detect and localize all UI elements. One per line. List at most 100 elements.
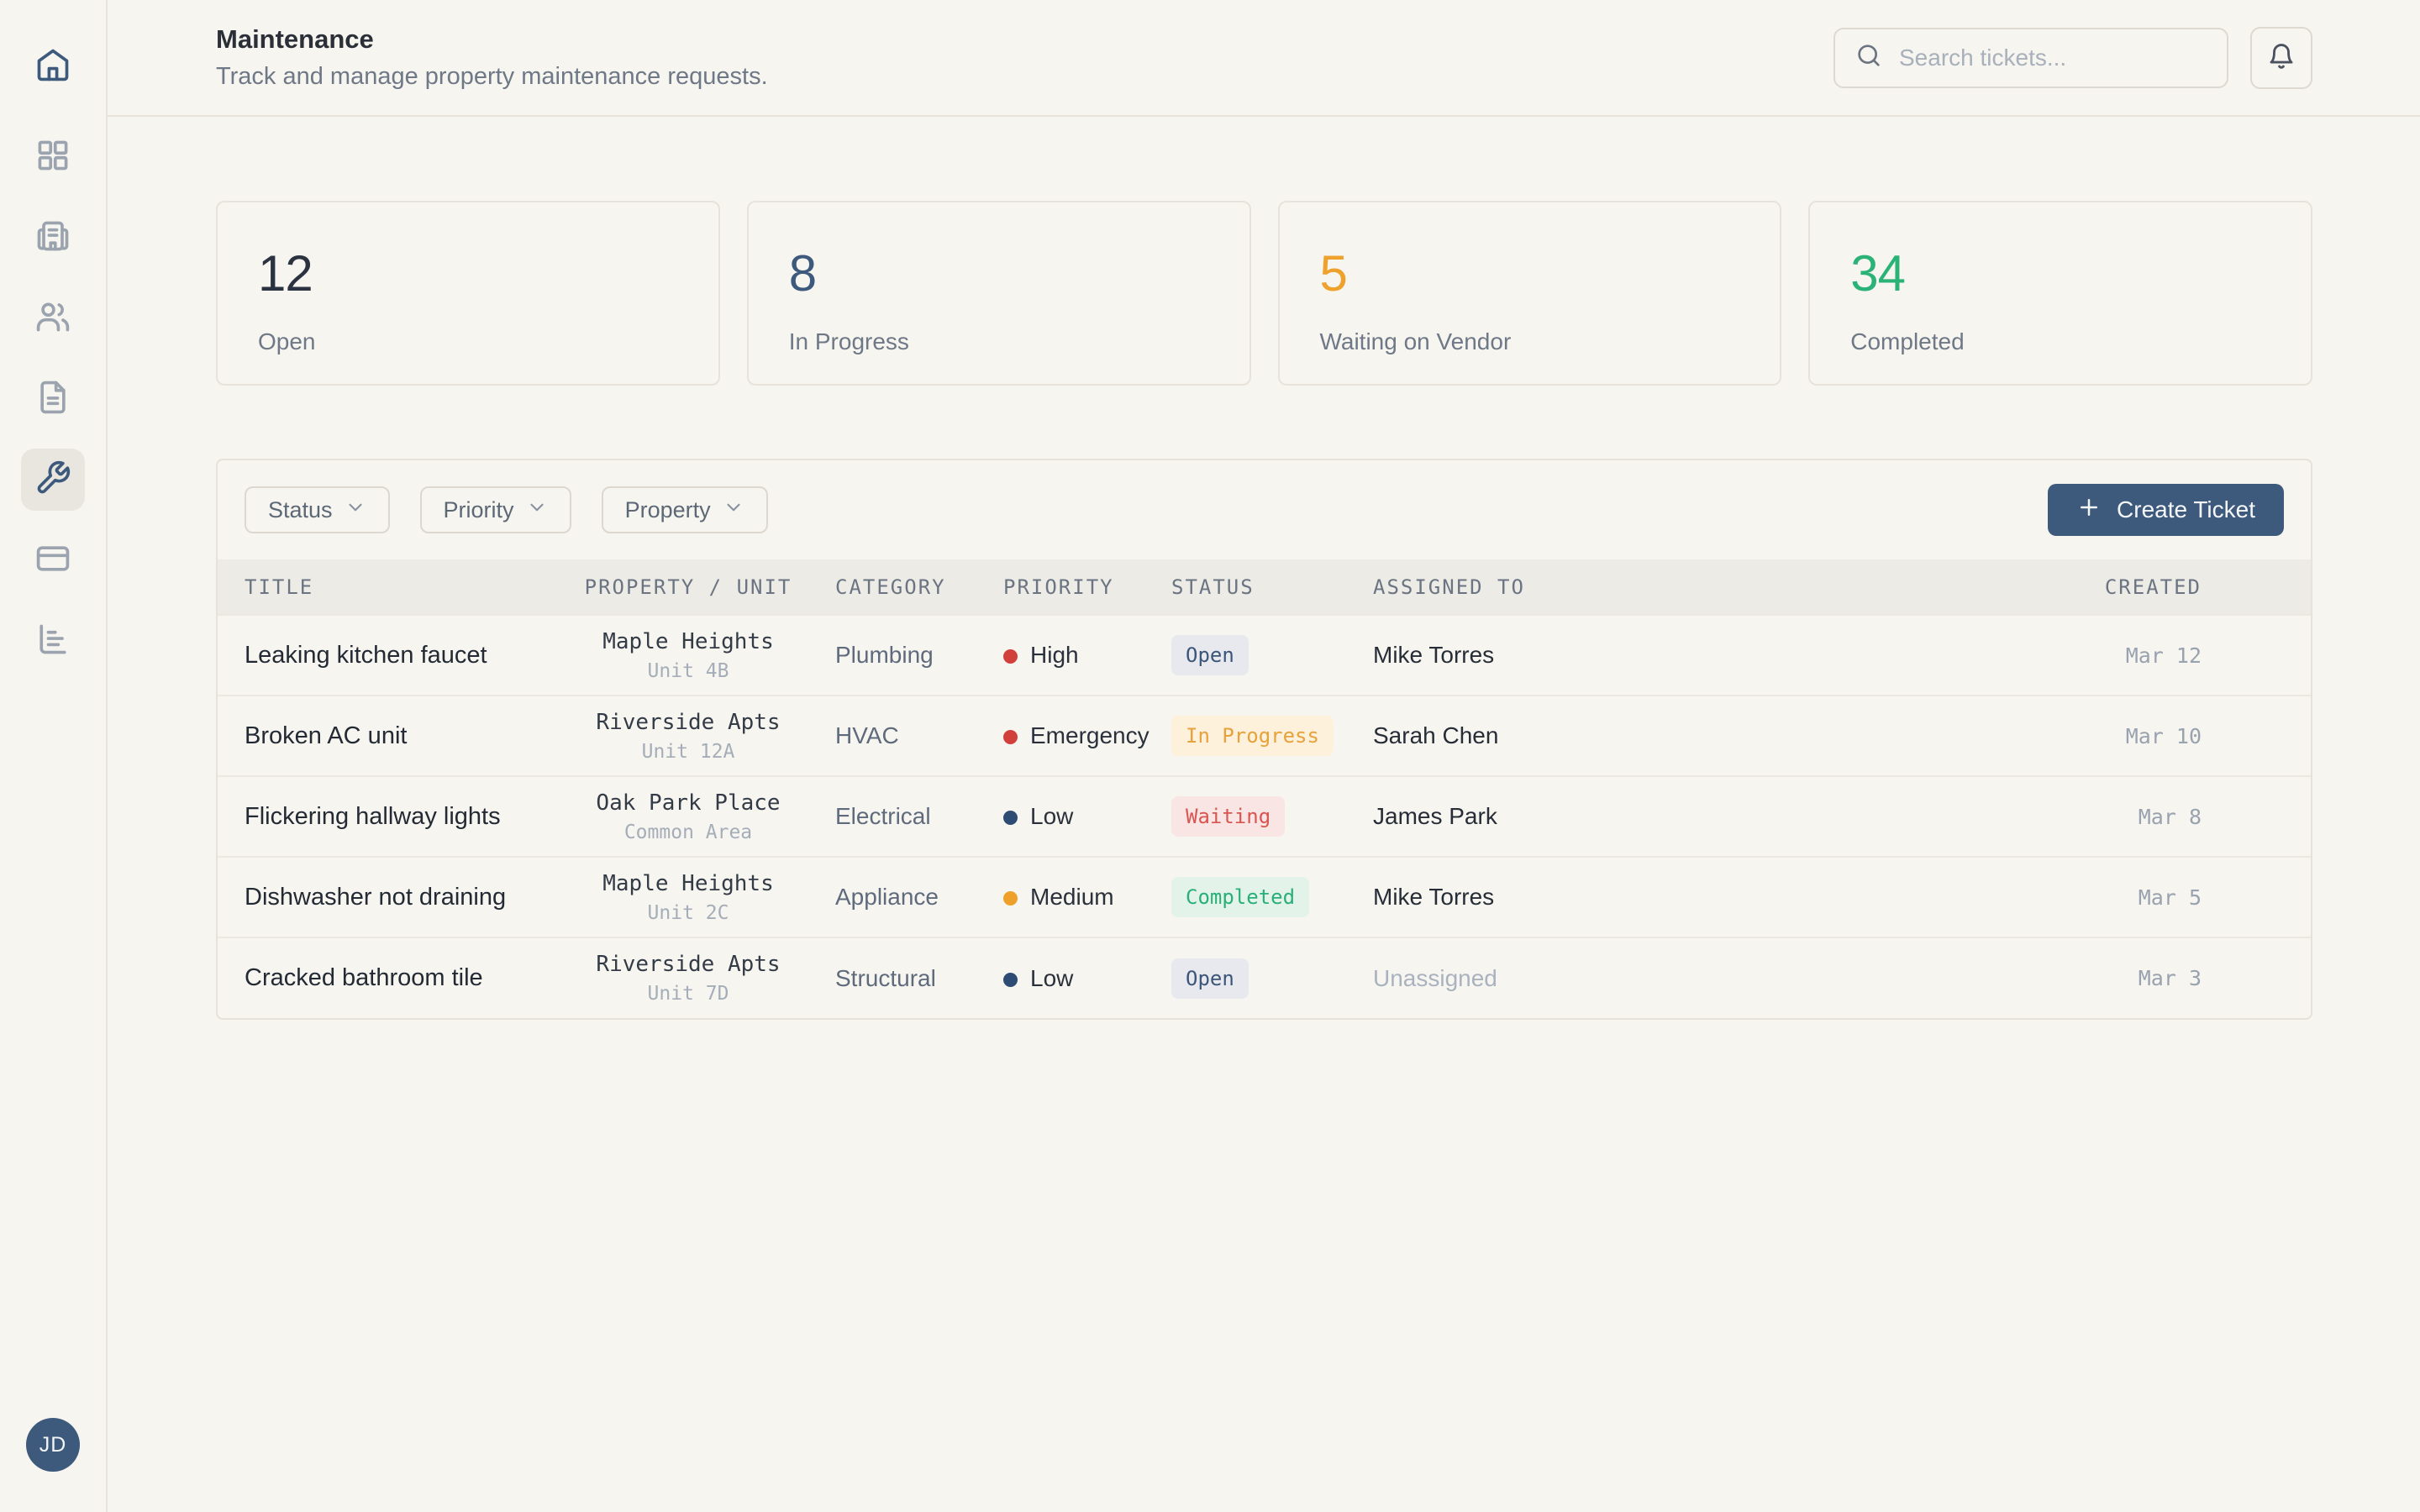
column-header: CATEGORY (835, 559, 1003, 615)
sidebar-item-properties[interactable] (21, 207, 85, 269)
ticket-title: Cracked bathroom tile (218, 937, 541, 1018)
status-cell: Open (1171, 615, 1373, 696)
property-name: Riverside Apts (541, 952, 835, 977)
chevron-down-icon (526, 496, 548, 524)
plus-icon (2076, 495, 2102, 526)
property-name: Oak Park Place (541, 790, 835, 816)
user-avatar[interactable]: JD (26, 1418, 80, 1472)
priority-dot (1003, 973, 1018, 987)
search-icon (1855, 42, 1882, 73)
property-cell: Maple HeightsUnit 4B (541, 615, 835, 696)
created-date: Mar 10 (1936, 696, 2311, 776)
stat-label: In Progress (789, 328, 1209, 355)
priority-label: Medium (1030, 884, 1114, 910)
column-header: TITLE (218, 559, 541, 615)
document-icon (34, 379, 71, 420)
sidebar: JD (0, 0, 108, 1512)
property-name: Maple Heights (541, 871, 835, 896)
property-filter-dropdown[interactable]: Property (602, 486, 768, 533)
main-area: Maintenance Track and manage property ma… (108, 0, 2420, 1512)
assignee-label: Sarah Chen (1373, 696, 1936, 776)
priority-cell: Low (1003, 776, 1171, 857)
sidebar-item-maintenance[interactable] (21, 449, 85, 511)
users-icon (34, 298, 71, 339)
priority-label: Low (1030, 965, 1073, 991)
priority-label: Low (1030, 803, 1073, 829)
stat-label: Open (258, 328, 678, 355)
assignee-label: Unassigned (1373, 937, 1936, 1018)
table-header: TITLEPROPERTY / UNITCATEGORYPRIORITYSTAT… (218, 559, 2311, 615)
property-cell: Riverside AptsUnit 12A (541, 696, 835, 776)
property-cell: Oak Park Place Common Area (541, 776, 835, 857)
column-header: STATUS (1171, 559, 1373, 615)
ticket-row[interactable]: Broken AC unitRiverside AptsUnit 12AHVAC… (218, 696, 2311, 776)
assignee-label: Mike Torres (1373, 615, 1936, 696)
stat-value: 12 (258, 246, 678, 302)
ticket-row[interactable]: Leaking kitchen faucetMaple HeightsUnit … (218, 615, 2311, 696)
sidebar-item-payments[interactable] (21, 529, 85, 591)
tickets-table: TITLEPROPERTY / UNITCATEGORYPRIORITYSTAT… (218, 559, 2311, 1018)
sidebar-item-reports[interactable] (21, 610, 85, 672)
chevron-down-icon (723, 496, 744, 524)
created-date: Mar 3 (1936, 937, 2311, 1018)
stat-card-open: 12 Open (216, 201, 720, 386)
ticket-title: Dishwasher not draining (218, 857, 541, 937)
property-cell: Riverside AptsUnit 7D (541, 937, 835, 1018)
assignee-label: Mike Torres (1373, 857, 1936, 937)
priority-dot (1003, 811, 1018, 825)
credit-card-icon (34, 540, 71, 581)
priority-cell: Emergency (1003, 696, 1171, 776)
ticket-row[interactable]: Flickering hallway lightsOak Park PlaceC… (218, 776, 2311, 857)
grid-icon (34, 137, 71, 178)
priority-dot (1003, 649, 1018, 664)
filter-label: Status (268, 497, 333, 523)
create-ticket-button[interactable]: Create Ticket (2048, 484, 2284, 536)
search-input[interactable] (1899, 45, 2207, 71)
created-date: Mar 8 (1936, 776, 2311, 857)
ticket-title: Leaking kitchen faucet (218, 615, 541, 696)
property-cell: Maple HeightsUnit 2C (541, 857, 835, 937)
created-date: Mar 12 (1936, 615, 2311, 696)
stat-value: 8 (789, 246, 1209, 302)
filter-label: Priority (444, 497, 514, 523)
page-title: Maintenance (216, 24, 768, 55)
topbar: Maintenance Track and manage property ma… (108, 0, 2420, 117)
column-header: PROPERTY / UNIT (541, 559, 835, 615)
priority-dot (1003, 730, 1018, 744)
status-badge: Waiting (1171, 796, 1285, 837)
sidebar-item-leases[interactable] (21, 368, 85, 430)
priority-filter-dropdown[interactable]: Priority (420, 486, 571, 533)
column-header: CREATED (1936, 559, 2311, 615)
filter-label: Property (625, 497, 711, 523)
bell-icon (2267, 42, 2296, 73)
page-subtitle: Track and manage property maintenance re… (216, 63, 768, 91)
status-badge: Open (1171, 635, 1249, 675)
stat-card-waiting: 5 Waiting on Vendor (1278, 201, 1782, 386)
sidebar-item-tenants[interactable] (21, 287, 85, 349)
notifications-button[interactable] (2250, 27, 2312, 89)
priority-label: High (1030, 642, 1079, 668)
stat-card-in-progress: 8 In Progress (747, 201, 1251, 386)
priority-cell: High (1003, 615, 1171, 696)
column-header: ASSIGNED TO (1373, 559, 1936, 615)
bar-chart-icon (34, 621, 71, 662)
home-icon[interactable] (22, 34, 84, 96)
ticket-row[interactable]: Cracked bathroom tileRiverside AptsUnit … (218, 937, 2311, 1018)
status-cell: In Progress (1171, 696, 1373, 776)
sidebar-item-dashboard[interactable] (21, 126, 85, 188)
page-heading: Maintenance Track and manage property ma… (216, 24, 768, 91)
unit-label: Unit 12A (541, 741, 835, 763)
tickets-panel: Status Priority Property Create Ticket (216, 459, 2312, 1020)
status-filter-dropdown[interactable]: Status (245, 486, 390, 533)
ticket-row[interactable]: Dishwasher not drainingMaple HeightsUnit… (218, 857, 2311, 937)
search-box[interactable] (1833, 28, 2228, 88)
stat-value: 34 (1850, 246, 2270, 302)
status-cell: Open (1171, 937, 1373, 1018)
assignee-label: James Park (1373, 776, 1936, 857)
tickets-tbody: Leaking kitchen faucetMaple HeightsUnit … (218, 615, 2311, 1018)
unit-label: Common Area (541, 822, 835, 843)
chevron-down-icon (345, 496, 366, 524)
priority-cell: Medium (1003, 857, 1171, 937)
unit-label: Unit 4B (541, 660, 835, 682)
filters-toolbar: Status Priority Property Create Ticket (218, 460, 2311, 559)
